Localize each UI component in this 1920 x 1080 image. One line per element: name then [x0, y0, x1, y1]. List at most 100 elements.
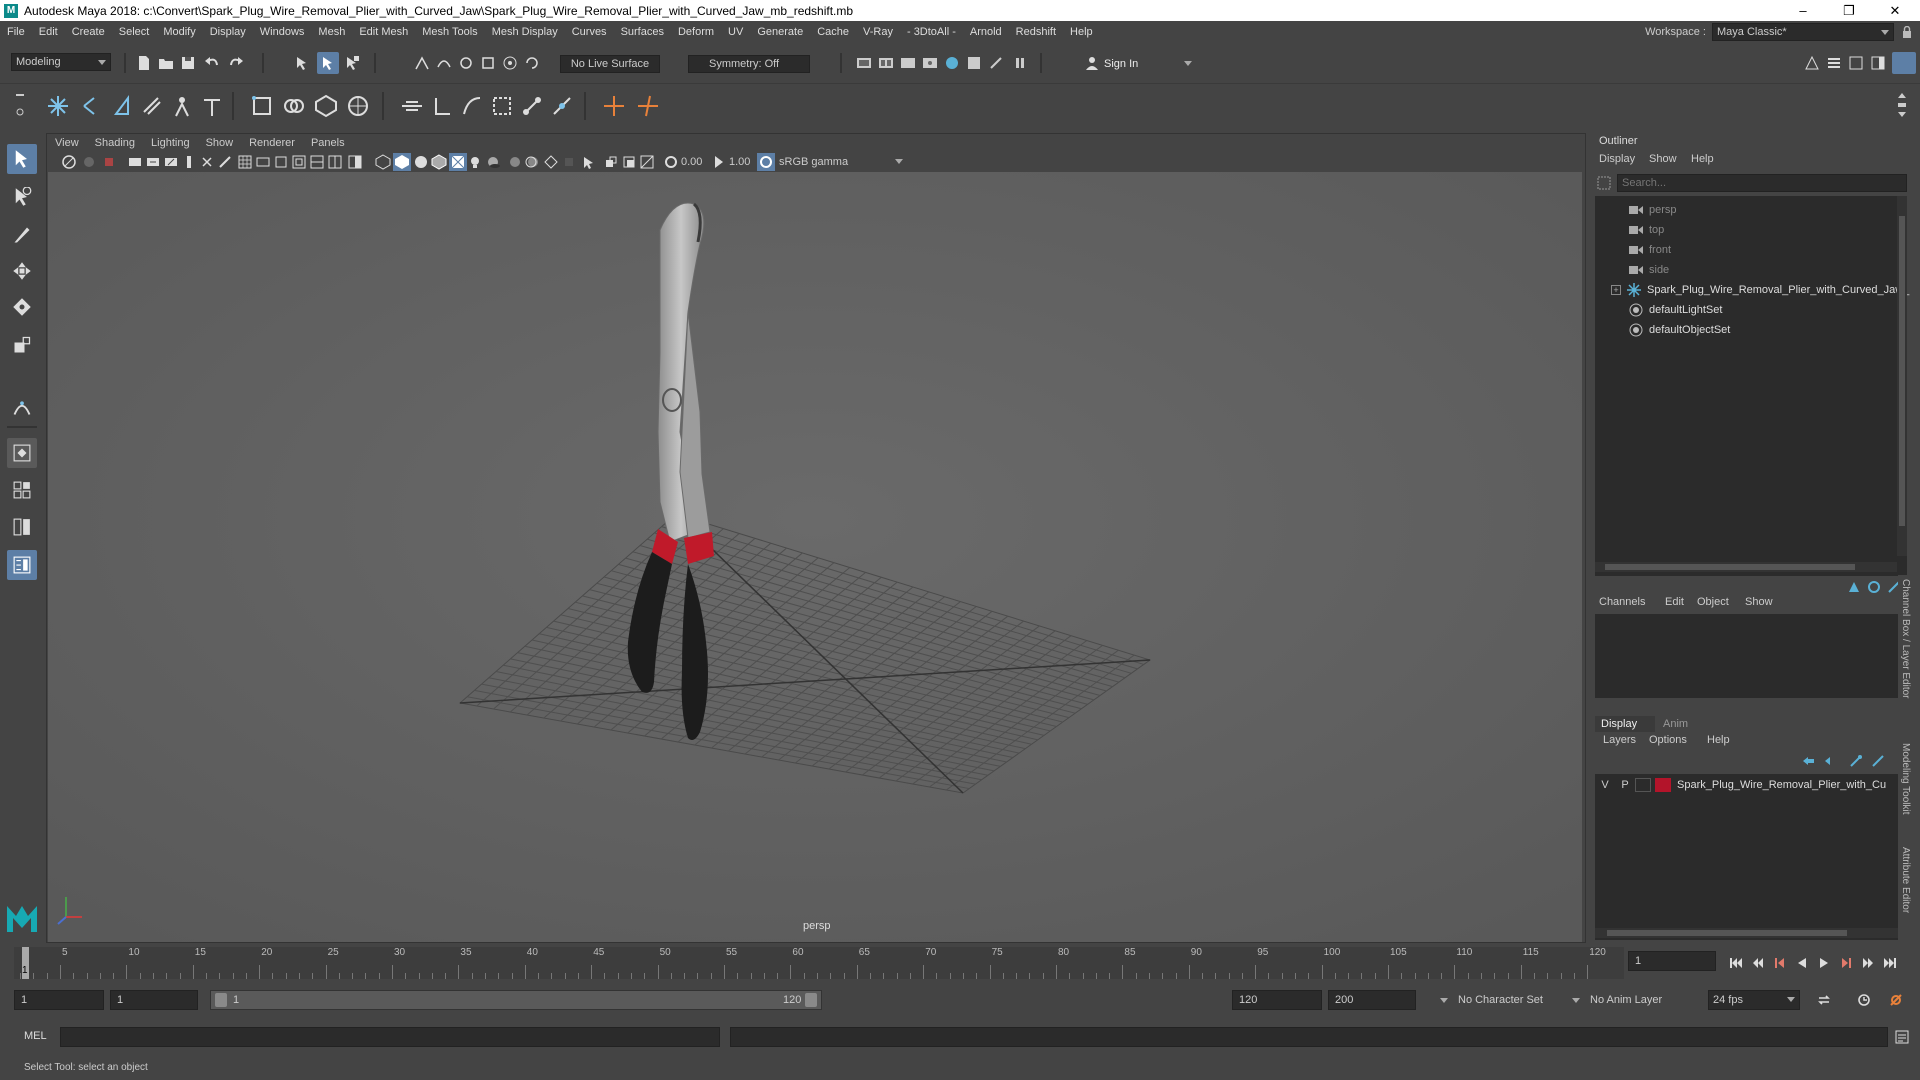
step-forward-frame-icon[interactable]	[1838, 955, 1854, 971]
isolate-select-icon[interactable]	[199, 154, 215, 170]
step-forward-key-icon[interactable]	[1860, 955, 1876, 971]
image-plane-icon[interactable]	[127, 154, 143, 170]
gamma-icon[interactable]	[711, 154, 727, 170]
viewport-menu-lighting[interactable]: Lighting	[143, 137, 198, 149]
use-all-lights-icon[interactable]	[467, 154, 483, 170]
shelf-multi-cut-icon[interactable]	[46, 94, 70, 118]
symmetry-dropdown[interactable]: Symmetry: Off	[688, 55, 810, 73]
snap-rotate-icon[interactable]	[524, 55, 540, 71]
shelf-separate-icon[interactable]	[314, 94, 338, 118]
toggle-modeling-toolkit-icon[interactable]	[1804, 55, 1820, 71]
shelf-select-vertex-icon[interactable]	[250, 94, 274, 118]
save-scene-icon[interactable]	[180, 55, 196, 71]
channel-box-key-icon[interactable]	[1847, 580, 1861, 594]
field-chart-icon[interactable]	[309, 154, 325, 170]
outliner-layout-button[interactable]	[7, 550, 37, 580]
playback-range-bar[interactable]: 1 120	[210, 990, 822, 1010]
xray-components-icon[interactable]	[621, 154, 637, 170]
channels-menu-show[interactable]: Show	[1745, 596, 1773, 608]
layers-menu-help[interactable]: Help	[1707, 734, 1730, 746]
tab-modeling-toolkit[interactable]: Modeling Toolkit	[1900, 743, 1911, 815]
go-to-start-icon[interactable]	[1728, 955, 1744, 971]
viewport-menu-shading[interactable]: Shading	[87, 137, 143, 149]
menu-arnold[interactable]: Arnold	[963, 26, 1009, 38]
outliner-horizontal-scrollbar[interactable]	[1595, 562, 1897, 572]
minimize-button[interactable]: –	[1780, 0, 1826, 21]
move-layer-down-icon[interactable]	[1823, 754, 1837, 768]
depth-of-field-icon[interactable]	[561, 154, 577, 170]
xray-icon[interactable]	[217, 154, 233, 170]
outliner-item-front[interactable]: front	[1629, 240, 1671, 260]
layer-name[interactable]: Spark_Plug_Wire_Removal_Plier_with_Cu	[1677, 779, 1886, 791]
motion-blur-icon[interactable]	[525, 154, 541, 170]
step-back-frame-icon[interactable]	[1772, 955, 1788, 971]
menu-display[interactable]: Display	[203, 26, 253, 38]
shelf-connect-icon[interactable]	[520, 94, 544, 118]
sign-in-dropdown[interactable]: Sign In	[1100, 55, 1200, 73]
play-backward-icon[interactable]	[1794, 955, 1810, 971]
outliner-item-side[interactable]: side	[1629, 260, 1669, 280]
playback-start-frame-field[interactable]: 1	[110, 990, 198, 1010]
render-settings-icon[interactable]	[922, 55, 938, 71]
four-view-layout-button[interactable]	[7, 475, 37, 505]
menu-modify[interactable]: Modify	[156, 26, 202, 38]
menu-set-dropdown[interactable]: Modeling	[11, 53, 111, 71]
workspace-dropdown[interactable]: Maya Classic*	[1712, 23, 1894, 41]
menu-edit[interactable]: Edit	[32, 26, 65, 38]
select-hierarchy-icon[interactable]	[294, 55, 310, 71]
menu-mesh[interactable]: Mesh	[311, 26, 352, 38]
layer-display-type[interactable]	[1635, 778, 1651, 792]
ipr-render-icon[interactable]	[900, 55, 916, 71]
undo-icon[interactable]	[204, 55, 220, 71]
time-slider-track[interactable]: 1 5 10 15 20 25 30 35 40 45 50 55 60 65 70 75 80 85 90 95 1…	[14, 947, 1624, 979]
command-language-label[interactable]: MEL	[24, 1030, 47, 1042]
maximize-button[interactable]: ❐	[1826, 0, 1872, 21]
viewport-menu-show[interactable]: Show	[198, 137, 242, 149]
two-view-layout-button[interactable]	[7, 512, 37, 542]
film-gate-icon[interactable]	[255, 154, 271, 170]
scale-tool-button[interactable]	[7, 330, 37, 360]
menu-redshift[interactable]: Redshift	[1009, 26, 1063, 38]
snap-live-icon[interactable]	[502, 55, 518, 71]
expand-icon[interactable]: +	[1611, 285, 1621, 295]
safe-action-icon[interactable]	[327, 154, 343, 170]
channels-menu-object[interactable]: Object	[1697, 596, 1729, 608]
menu-edit-mesh[interactable]: Edit Mesh	[352, 26, 415, 38]
anti-aliasing-icon[interactable]	[543, 154, 559, 170]
colorspace-dropdown[interactable]: sRGB gamma	[775, 153, 907, 171]
layer-horizontal-scrollbar[interactable]	[1595, 928, 1899, 938]
shelf-slide-edge-icon[interactable]	[550, 94, 574, 118]
backface-culling-icon[interactable]	[639, 154, 655, 170]
outliner-item-default-light-set[interactable]: defaultLightSet	[1629, 300, 1722, 320]
viewport-menu-panels[interactable]: Panels	[303, 137, 353, 149]
shelf-scroll-icon[interactable]	[1896, 90, 1908, 120]
snap-point-icon[interactable]	[458, 55, 474, 71]
shelf-bevel-icon[interactable]	[110, 94, 134, 118]
shelf-smooth-icon[interactable]	[346, 94, 370, 118]
render-setup-icon[interactable]	[988, 55, 1004, 71]
safe-title-icon[interactable]	[347, 154, 363, 170]
tab-channel-box-layer-editor[interactable]: Channel Box / Layer Editor	[1900, 579, 1911, 699]
resolution-gate-icon[interactable]	[273, 154, 289, 170]
menu-mesh-tools[interactable]: Mesh Tools	[415, 26, 484, 38]
outliner-menu-help[interactable]: Help	[1691, 153, 1714, 165]
outliner-search-input[interactable]	[1617, 174, 1907, 192]
toggle-attribute-editor-icon[interactable]	[1826, 55, 1842, 71]
go-to-end-icon[interactable]	[1882, 955, 1898, 971]
single-perspective-layout-button[interactable]	[7, 438, 37, 468]
shelf-fill-hole-icon[interactable]	[490, 94, 514, 118]
shelf-append-poly-icon[interactable]	[460, 94, 484, 118]
wireframe-grid-icon[interactable]	[237, 154, 253, 170]
xray-joints-icon[interactable]	[603, 154, 619, 170]
range-end-handle[interactable]	[805, 993, 817, 1007]
shelf-target-weld-icon[interactable]	[200, 94, 224, 118]
command-input[interactable]	[60, 1027, 720, 1047]
scene-end-frame-field[interactable]: 200	[1328, 990, 1416, 1010]
menu-vray[interactable]: V-Ray	[856, 26, 900, 38]
outliner-item-default-object-set[interactable]: defaultObjectSet	[1629, 320, 1730, 340]
character-set-dropdown[interactable]: No Character Set	[1436, 990, 1576, 1010]
2d-pan-zoom-icon[interactable]	[145, 154, 161, 170]
rotate-tool-button[interactable]	[7, 292, 37, 322]
viewport-menu-view[interactable]: View	[47, 137, 87, 149]
loop-icon[interactable]	[1816, 992, 1832, 1008]
